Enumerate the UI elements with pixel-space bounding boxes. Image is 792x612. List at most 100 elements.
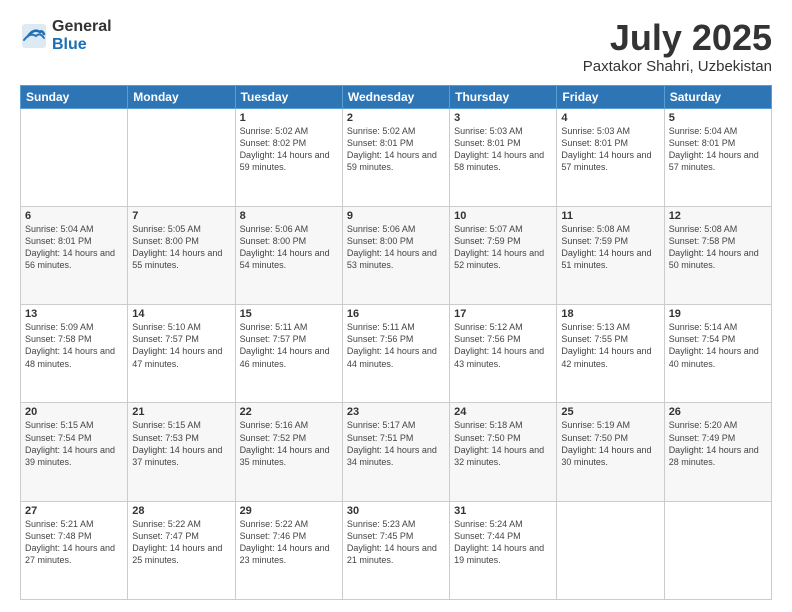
cell-info: Sunrise: 5:05 AMSunset: 8:00 PMDaylight:… <box>132 224 222 270</box>
table-row: 26 Sunrise: 5:20 AMSunset: 7:49 PMDaylig… <box>664 403 771 501</box>
cell-date: 22 <box>240 406 338 418</box>
calendar-week-row: 13 Sunrise: 5:09 AMSunset: 7:58 PMDaylig… <box>21 305 772 403</box>
cell-info: Sunrise: 5:15 AMSunset: 7:54 PMDaylight:… <box>25 420 115 466</box>
logo-text: General Blue <box>52 18 112 53</box>
cell-date: 14 <box>132 308 230 320</box>
table-row: 24 Sunrise: 5:18 AMSunset: 7:50 PMDaylig… <box>450 403 557 501</box>
table-row: 28 Sunrise: 5:22 AMSunset: 7:47 PMDaylig… <box>128 501 235 599</box>
table-row: 8 Sunrise: 5:06 AMSunset: 8:00 PMDayligh… <box>235 206 342 304</box>
cell-date: 11 <box>561 210 659 222</box>
title-block: July 2025 Paxtakor Shahri, Uzbekistan <box>583 18 772 75</box>
table-row <box>557 501 664 599</box>
cell-info: Sunrise: 5:16 AMSunset: 7:52 PMDaylight:… <box>240 420 330 466</box>
table-row: 4 Sunrise: 5:03 AMSunset: 8:01 PMDayligh… <box>557 108 664 206</box>
calendar-week-row: 20 Sunrise: 5:15 AMSunset: 7:54 PMDaylig… <box>21 403 772 501</box>
cell-info: Sunrise: 5:22 AMSunset: 7:47 PMDaylight:… <box>132 519 222 565</box>
cell-info: Sunrise: 5:06 AMSunset: 8:00 PMDaylight:… <box>240 224 330 270</box>
cell-info: Sunrise: 5:09 AMSunset: 7:58 PMDaylight:… <box>25 322 115 368</box>
cell-date: 13 <box>25 308 123 320</box>
table-row: 17 Sunrise: 5:12 AMSunset: 7:56 PMDaylig… <box>450 305 557 403</box>
table-row: 7 Sunrise: 5:05 AMSunset: 8:00 PMDayligh… <box>128 206 235 304</box>
header-sunday: Sunday <box>21 85 128 108</box>
table-row: 18 Sunrise: 5:13 AMSunset: 7:55 PMDaylig… <box>557 305 664 403</box>
cell-info: Sunrise: 5:17 AMSunset: 7:51 PMDaylight:… <box>347 420 437 466</box>
table-row: 25 Sunrise: 5:19 AMSunset: 7:50 PMDaylig… <box>557 403 664 501</box>
calendar-week-row: 6 Sunrise: 5:04 AMSunset: 8:01 PMDayligh… <box>21 206 772 304</box>
cell-date: 2 <box>347 112 445 124</box>
cell-info: Sunrise: 5:08 AMSunset: 7:58 PMDaylight:… <box>669 224 759 270</box>
logo-icon <box>20 22 48 50</box>
cell-date: 12 <box>669 210 767 222</box>
cell-date: 5 <box>669 112 767 124</box>
cell-info: Sunrise: 5:13 AMSunset: 7:55 PMDaylight:… <box>561 322 651 368</box>
cell-info: Sunrise: 5:19 AMSunset: 7:50 PMDaylight:… <box>561 420 651 466</box>
header-monday: Monday <box>128 85 235 108</box>
cell-date: 20 <box>25 406 123 418</box>
cell-info: Sunrise: 5:23 AMSunset: 7:45 PMDaylight:… <box>347 519 437 565</box>
table-row: 5 Sunrise: 5:04 AMSunset: 8:01 PMDayligh… <box>664 108 771 206</box>
cell-info: Sunrise: 5:24 AMSunset: 7:44 PMDaylight:… <box>454 519 544 565</box>
cell-info: Sunrise: 5:15 AMSunset: 7:53 PMDaylight:… <box>132 420 222 466</box>
table-row: 12 Sunrise: 5:08 AMSunset: 7:58 PMDaylig… <box>664 206 771 304</box>
cell-info: Sunrise: 5:20 AMSunset: 7:49 PMDaylight:… <box>669 420 759 466</box>
cell-info: Sunrise: 5:12 AMSunset: 7:56 PMDaylight:… <box>454 322 544 368</box>
table-row: 10 Sunrise: 5:07 AMSunset: 7:59 PMDaylig… <box>450 206 557 304</box>
cell-info: Sunrise: 5:22 AMSunset: 7:46 PMDaylight:… <box>240 519 330 565</box>
calendar-header-row: Sunday Monday Tuesday Wednesday Thursday… <box>21 85 772 108</box>
cell-info: Sunrise: 5:11 AMSunset: 7:57 PMDaylight:… <box>240 322 330 368</box>
table-row: 11 Sunrise: 5:08 AMSunset: 7:59 PMDaylig… <box>557 206 664 304</box>
table-row: 2 Sunrise: 5:02 AMSunset: 8:01 PMDayligh… <box>342 108 449 206</box>
table-row: 6 Sunrise: 5:04 AMSunset: 8:01 PMDayligh… <box>21 206 128 304</box>
cell-date: 26 <box>669 406 767 418</box>
header-friday: Friday <box>557 85 664 108</box>
cell-date: 16 <box>347 308 445 320</box>
cell-date: 15 <box>240 308 338 320</box>
table-row: 15 Sunrise: 5:11 AMSunset: 7:57 PMDaylig… <box>235 305 342 403</box>
cell-date: 3 <box>454 112 552 124</box>
cell-info: Sunrise: 5:02 AMSunset: 8:02 PMDaylight:… <box>240 126 330 172</box>
cell-info: Sunrise: 5:14 AMSunset: 7:54 PMDaylight:… <box>669 322 759 368</box>
cell-info: Sunrise: 5:02 AMSunset: 8:01 PMDaylight:… <box>347 126 437 172</box>
table-row: 27 Sunrise: 5:21 AMSunset: 7:48 PMDaylig… <box>21 501 128 599</box>
calendar-week-row: 1 Sunrise: 5:02 AMSunset: 8:02 PMDayligh… <box>21 108 772 206</box>
table-row <box>128 108 235 206</box>
cell-date: 23 <box>347 406 445 418</box>
cell-info: Sunrise: 5:11 AMSunset: 7:56 PMDaylight:… <box>347 322 437 368</box>
calendar: Sunday Monday Tuesday Wednesday Thursday… <box>20 85 772 600</box>
cell-info: Sunrise: 5:03 AMSunset: 8:01 PMDaylight:… <box>561 126 651 172</box>
cell-date: 4 <box>561 112 659 124</box>
header-wednesday: Wednesday <box>342 85 449 108</box>
cell-date: 29 <box>240 505 338 517</box>
cell-info: Sunrise: 5:04 AMSunset: 8:01 PMDaylight:… <box>669 126 759 172</box>
cell-info: Sunrise: 5:10 AMSunset: 7:57 PMDaylight:… <box>132 322 222 368</box>
cell-info: Sunrise: 5:18 AMSunset: 7:50 PMDaylight:… <box>454 420 544 466</box>
header-saturday: Saturday <box>664 85 771 108</box>
cell-info: Sunrise: 5:21 AMSunset: 7:48 PMDaylight:… <box>25 519 115 565</box>
table-row <box>21 108 128 206</box>
table-row: 31 Sunrise: 5:24 AMSunset: 7:44 PMDaylig… <box>450 501 557 599</box>
page: General Blue July 2025 Paxtakor Shahri, … <box>0 0 792 612</box>
cell-date: 19 <box>669 308 767 320</box>
cell-info: Sunrise: 5:03 AMSunset: 8:01 PMDaylight:… <box>454 126 544 172</box>
cell-date: 24 <box>454 406 552 418</box>
cell-date: 27 <box>25 505 123 517</box>
cell-info: Sunrise: 5:08 AMSunset: 7:59 PMDaylight:… <box>561 224 651 270</box>
cell-date: 8 <box>240 210 338 222</box>
logo: General Blue <box>20 18 112 53</box>
cell-date: 28 <box>132 505 230 517</box>
header: General Blue July 2025 Paxtakor Shahri, … <box>20 18 772 75</box>
table-row: 3 Sunrise: 5:03 AMSunset: 8:01 PMDayligh… <box>450 108 557 206</box>
cell-info: Sunrise: 5:07 AMSunset: 7:59 PMDaylight:… <box>454 224 544 270</box>
month-title: July 2025 <box>583 18 772 58</box>
logo-general-text: General <box>52 18 112 36</box>
cell-date: 21 <box>132 406 230 418</box>
table-row: 30 Sunrise: 5:23 AMSunset: 7:45 PMDaylig… <box>342 501 449 599</box>
cell-info: Sunrise: 5:06 AMSunset: 8:00 PMDaylight:… <box>347 224 437 270</box>
table-row: 19 Sunrise: 5:14 AMSunset: 7:54 PMDaylig… <box>664 305 771 403</box>
location-title: Paxtakor Shahri, Uzbekistan <box>583 58 772 75</box>
header-tuesday: Tuesday <box>235 85 342 108</box>
cell-date: 30 <box>347 505 445 517</box>
cell-date: 18 <box>561 308 659 320</box>
table-row: 23 Sunrise: 5:17 AMSunset: 7:51 PMDaylig… <box>342 403 449 501</box>
cell-date: 17 <box>454 308 552 320</box>
